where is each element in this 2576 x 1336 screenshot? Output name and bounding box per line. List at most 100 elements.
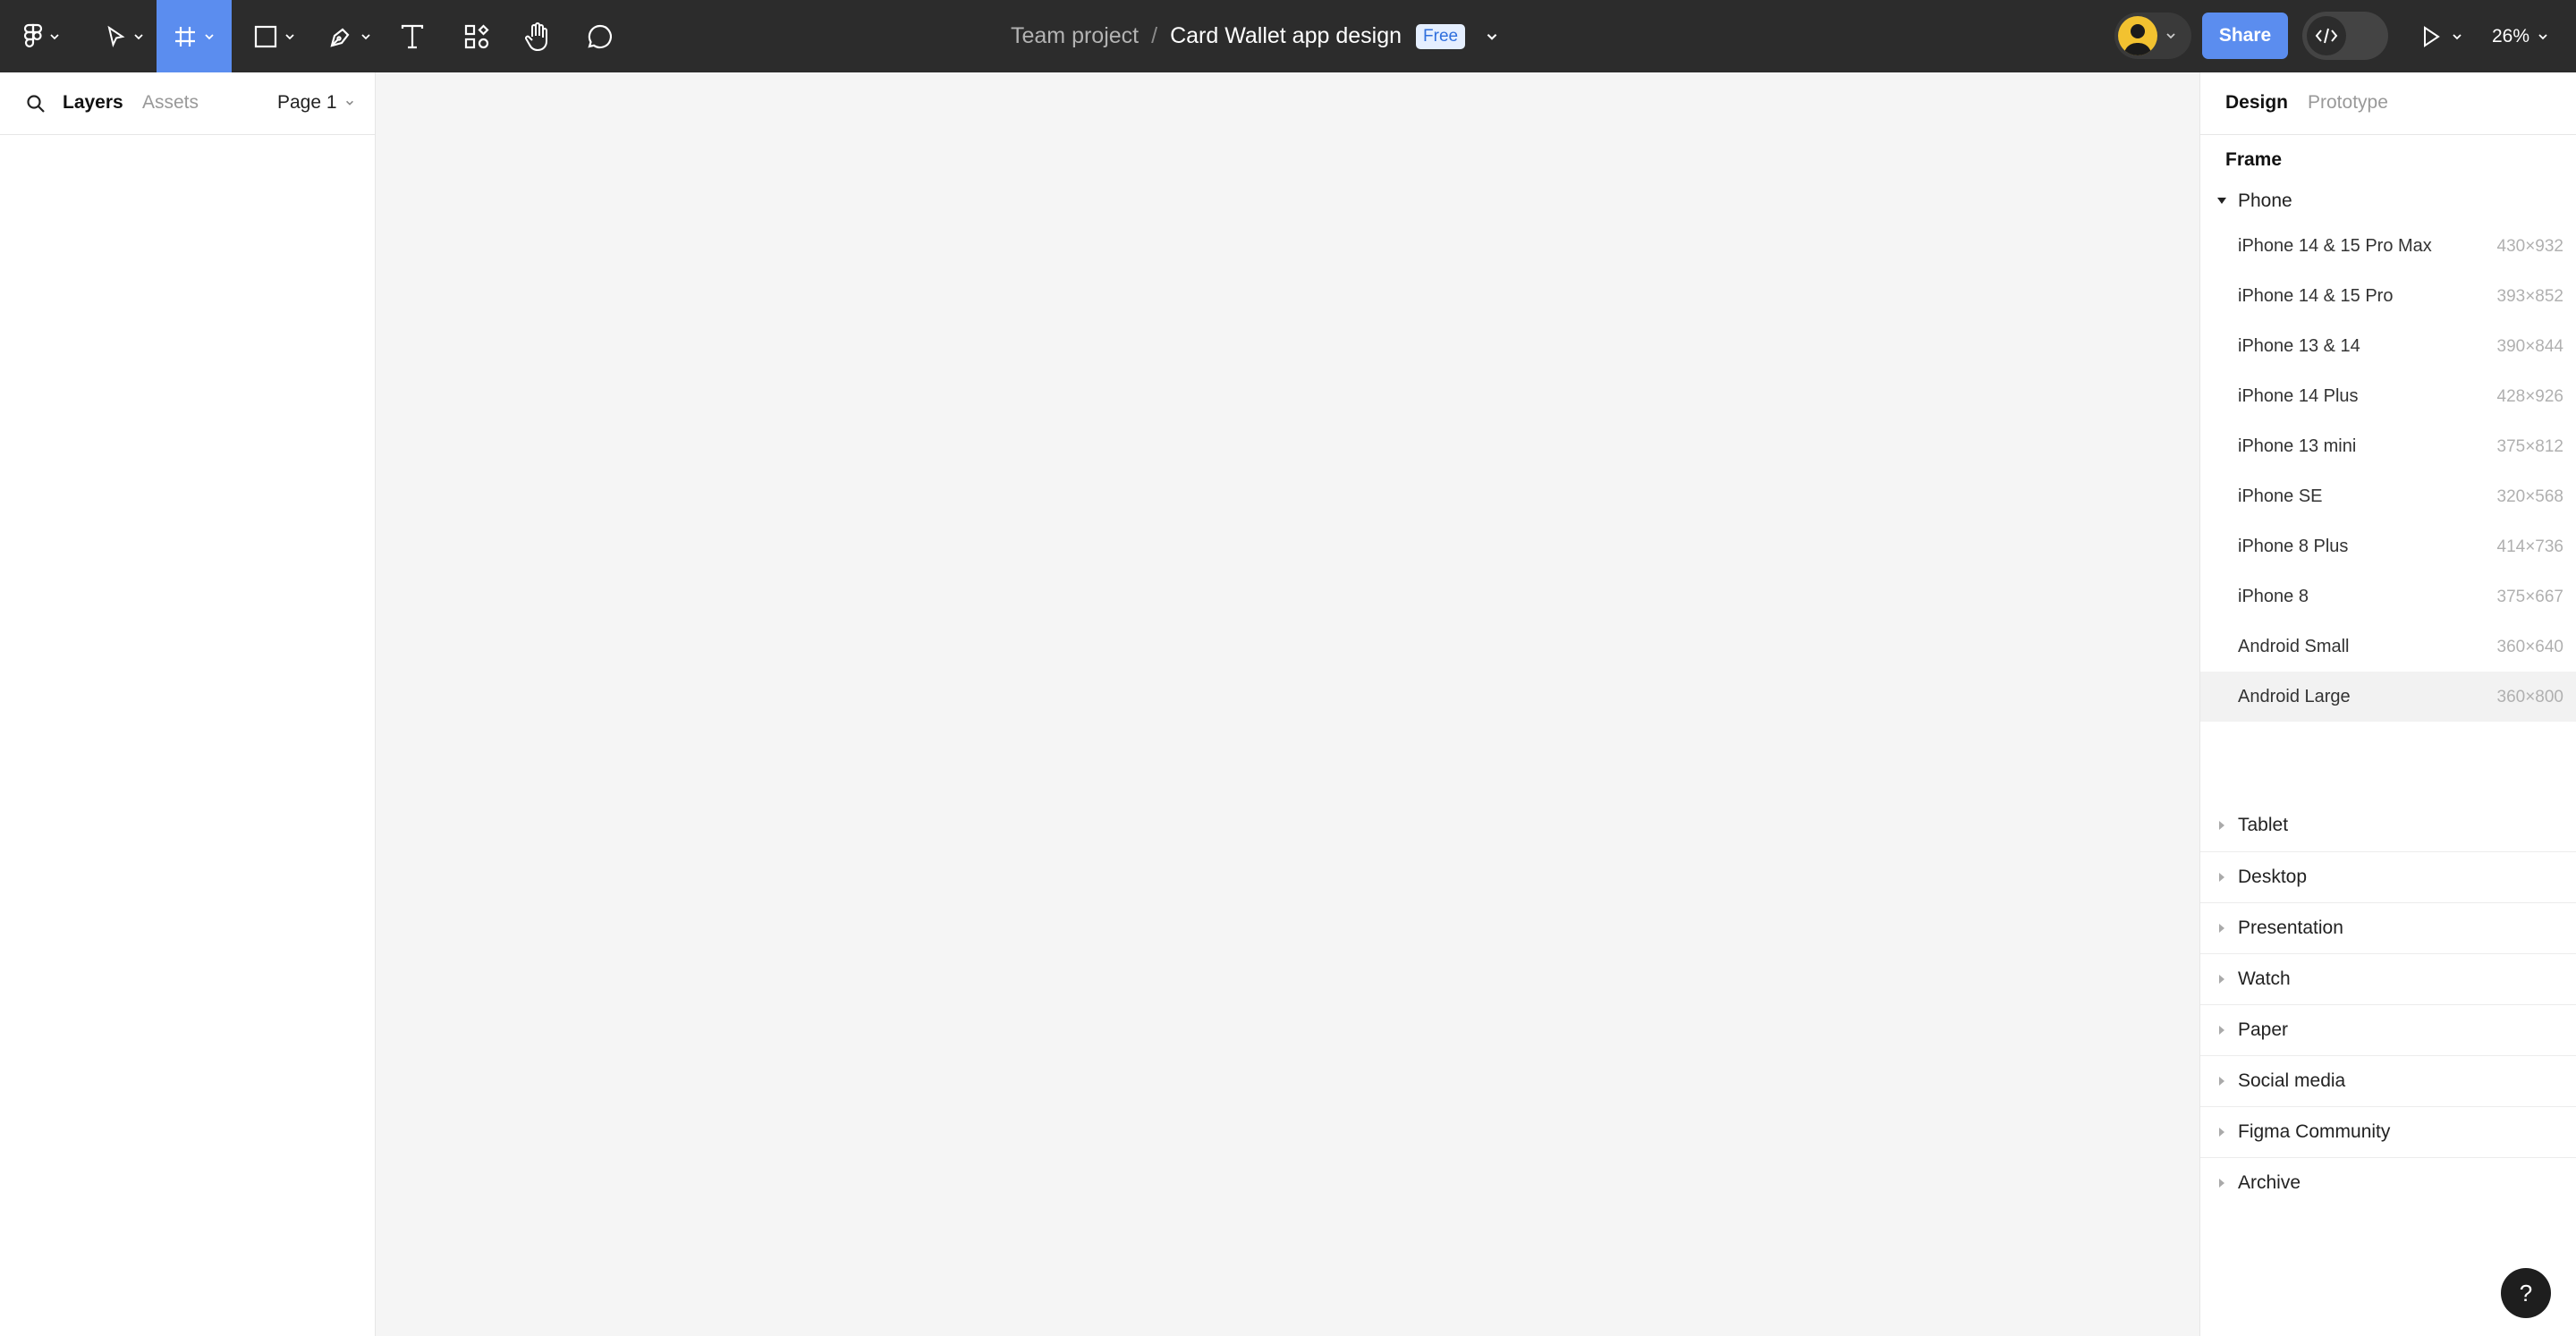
- frame-category-item[interactable]: Tablet: [2200, 800, 2576, 851]
- preset-size: 320×568: [2496, 487, 2564, 506]
- file-title-area: Team project / Card Wallet app design Fr…: [1011, 0, 1499, 72]
- preset-size: 393×852: [2496, 287, 2564, 306]
- page-selector[interactable]: Page 1: [277, 92, 355, 114]
- caret-right-icon: [2219, 975, 2224, 984]
- preset-name: Android Small: [2238, 637, 2350, 656]
- comment-tool-button[interactable]: [581, 0, 619, 72]
- present-button[interactable]: [2420, 0, 2463, 72]
- move-tool-button[interactable]: [97, 0, 152, 72]
- preset-name: iPhone 14 & 15 Pro: [2238, 286, 2394, 306]
- frame-category-item[interactable]: Watch: [2200, 953, 2576, 1004]
- tab-assets[interactable]: Assets: [142, 92, 199, 114]
- frame-category-label: Watch: [2238, 968, 2291, 989]
- frame-category-list: Tablet Desktop Presentation Watch Paper Socia…: [2200, 800, 2576, 1208]
- tab-design[interactable]: Design: [2225, 92, 2288, 114]
- phone-preset-item[interactable]: iPhone 8 375×667: [2200, 571, 2576, 621]
- breadcrumb-team[interactable]: Team project: [1011, 23, 1139, 49]
- phone-group-header[interactable]: Phone: [2200, 182, 2576, 221]
- avatar: [2118, 16, 2157, 55]
- user-icon: [2123, 24, 2152, 55]
- phone-preset-item[interactable]: iPhone 14 & 15 Pro Max 430×932: [2200, 221, 2576, 271]
- phone-preset-item[interactable]: iPhone 14 & 15 Pro 393×852: [2200, 271, 2576, 321]
- caret-right-icon: [2219, 1128, 2224, 1137]
- dev-mode-knob: [2307, 16, 2346, 55]
- phone-preset-item[interactable]: Android Small 360×640: [2200, 621, 2576, 672]
- phone-preset-item[interactable]: iPhone 8 Plus 414×736: [2200, 521, 2576, 571]
- phone-preset-item[interactable]: iPhone 13 & 14 390×844: [2200, 321, 2576, 371]
- phone-preset-item[interactable]: iPhone SE 320×568: [2200, 471, 2576, 521]
- chevron-down-icon: [361, 33, 370, 39]
- preset-size: 414×736: [2496, 537, 2564, 556]
- frame-category-label: Figma Community: [2238, 1121, 2391, 1142]
- preset-size: 375×667: [2496, 588, 2564, 606]
- chevron-down-icon: [2453, 33, 2462, 39]
- help-button[interactable]: ?: [2501, 1268, 2551, 1318]
- caret-right-icon: [2219, 821, 2224, 830]
- chevron-down-icon: [205, 33, 214, 39]
- frame-category-item[interactable]: Figma Community: [2200, 1106, 2576, 1157]
- main-menu-button[interactable]: [16, 0, 68, 72]
- canvas[interactable]: [377, 72, 2199, 1336]
- frame-category-label: Archive: [2238, 1172, 2301, 1193]
- code-icon: [2315, 28, 2338, 44]
- file-name[interactable]: Card Wallet app design: [1170, 23, 1402, 49]
- chevron-down-icon: [345, 100, 353, 106]
- caret-right-icon: [2219, 1179, 2224, 1188]
- dev-mode-toggle[interactable]: [2302, 12, 2388, 60]
- frame-icon: [175, 26, 195, 47]
- frame-section-title: Frame: [2225, 149, 2283, 170]
- frame-category-item[interactable]: Social media: [2200, 1055, 2576, 1106]
- right-panel: Design Prototype Frame Phone iPhone 14 &…: [2199, 72, 2576, 1336]
- tab-layers[interactable]: Layers: [63, 92, 123, 114]
- rectangle-icon: [254, 25, 277, 47]
- hand-icon: [525, 21, 547, 51]
- preset-size: 360×640: [2496, 638, 2564, 656]
- resources-icon: [464, 23, 489, 48]
- play-icon: [2424, 25, 2440, 47]
- share-button[interactable]: Share: [2202, 13, 2288, 59]
- page-name: Page 1: [277, 92, 337, 113]
- preset-name: iPhone 13 & 14: [2238, 336, 2360, 356]
- zoom-level: 26%: [2492, 25, 2530, 47]
- frame-tool-button[interactable]: [157, 0, 232, 72]
- chevron-down-icon: [2166, 33, 2175, 39]
- pen-icon: [330, 28, 350, 47]
- tab-prototype[interactable]: Prototype: [2308, 92, 2388, 114]
- pen-tool-button[interactable]: [322, 0, 377, 72]
- left-panel: Layers Assets Page 1: [0, 72, 376, 1336]
- frame-category-label: Tablet: [2238, 815, 2289, 835]
- frame-category-item[interactable]: Presentation: [2200, 902, 2576, 953]
- right-panel-tabs: Design Prototype: [2200, 72, 2576, 135]
- caret-right-icon: [2219, 924, 2224, 933]
- search-icon[interactable]: [25, 93, 47, 114]
- frame-category-item[interactable]: Paper: [2200, 1004, 2576, 1055]
- preset-size: 390×844: [2496, 337, 2564, 356]
- caret-right-icon: [2219, 873, 2224, 882]
- breadcrumb-separator: /: [1151, 23, 1158, 48]
- comment-icon: [588, 24, 612, 48]
- frame-category-item[interactable]: Archive: [2200, 1157, 2576, 1208]
- caret-right-icon: [2219, 1077, 2224, 1086]
- frame-category-label: Social media: [2238, 1070, 2346, 1091]
- preset-name: iPhone 13 mini: [2238, 436, 2357, 456]
- hand-tool-button[interactable]: [519, 0, 556, 72]
- preset-name: iPhone 8: [2238, 587, 2309, 606]
- figma-logo-icon: [23, 23, 43, 47]
- frame-category-item[interactable]: Desktop: [2200, 851, 2576, 902]
- preset-size: 360×800: [2496, 688, 2564, 706]
- zoom-menu[interactable]: 26%: [2492, 0, 2549, 72]
- chevron-down-icon[interactable]: [1485, 30, 1499, 44]
- text-tool-button[interactable]: [394, 0, 431, 72]
- chevron-down-icon: [134, 33, 143, 39]
- move-icon: [107, 25, 125, 47]
- caret-down-icon: [2217, 198, 2226, 204]
- preset-size: 375×812: [2496, 437, 2564, 456]
- shape-tool-button[interactable]: [247, 0, 302, 72]
- phone-preset-item[interactable]: iPhone 13 mini 375×812: [2200, 421, 2576, 471]
- resources-tool-button[interactable]: [458, 0, 496, 72]
- phone-preset-item[interactable]: iPhone 14 Plus 428×926: [2200, 371, 2576, 421]
- user-menu[interactable]: [2114, 13, 2191, 59]
- phone-preset-item[interactable]: Android Large 360×800: [2200, 672, 2576, 722]
- chevron-down-icon: [50, 33, 59, 39]
- phone-group-label: Phone: [2238, 190, 2292, 211]
